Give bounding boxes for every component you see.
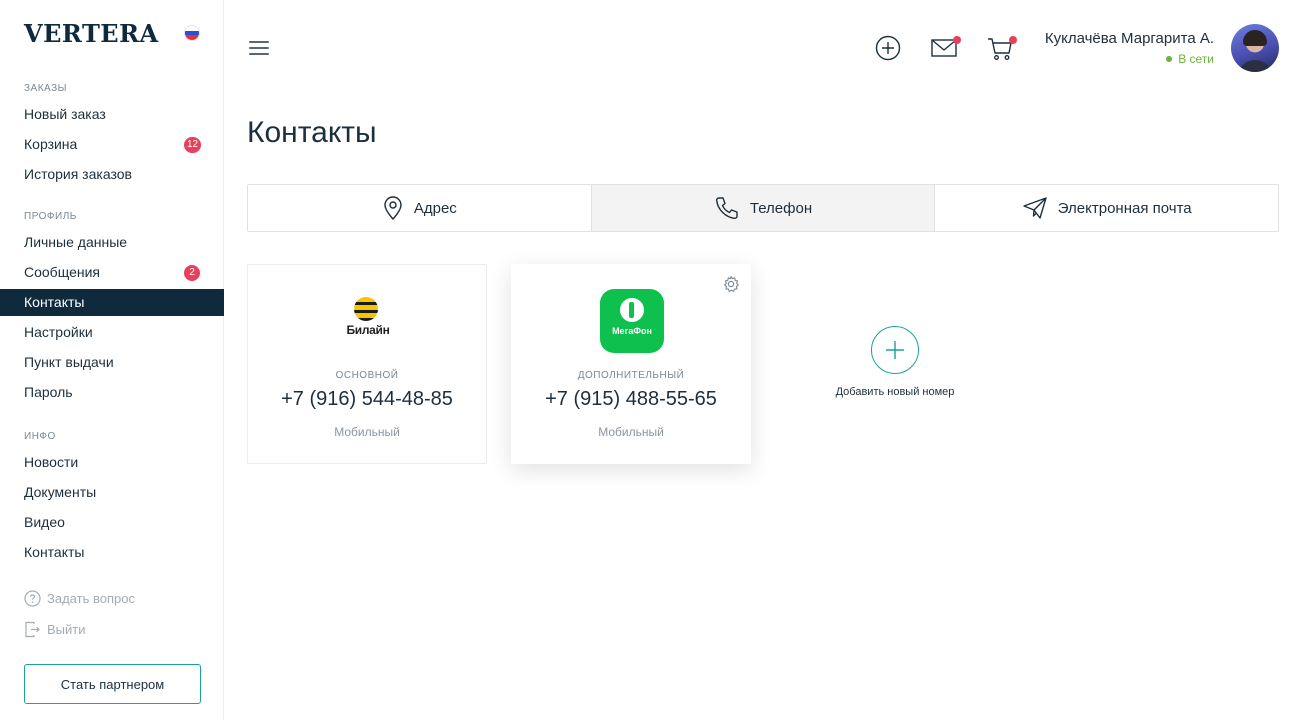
become-partner-button[interactable]: Стать партнером xyxy=(24,664,201,704)
sidebar-item-label: Личные данные xyxy=(24,234,128,250)
cart-icon[interactable] xyxy=(985,33,1017,63)
sidebar-item-label: Документы xyxy=(24,484,97,500)
location-pin-icon xyxy=(384,196,402,221)
sidebar-item-video[interactable]: Видео xyxy=(0,509,224,536)
cart-count-badge: 12 xyxy=(184,137,202,153)
sidebar-item-info-contacts[interactable]: Контакты xyxy=(0,539,224,566)
sidebar-item-label: Новости xyxy=(24,454,79,470)
phone-kind-label: Мобильный xyxy=(598,425,664,439)
menu-icon[interactable] xyxy=(249,40,269,56)
beeline-logo: Билайн xyxy=(344,297,392,341)
tab-email-label: Электронная почта xyxy=(1057,199,1192,217)
sidebar-item-order-history[interactable]: История заказов xyxy=(0,161,224,188)
sidebar: VERTERA ЗАКАЗЫ Новый заказ Корзина 12 Ист… xyxy=(0,0,224,720)
sidebar-item-pickup-point[interactable]: Пункт выдачи xyxy=(0,349,224,376)
tab-address[interactable]: Адрес xyxy=(248,185,592,231)
paper-plane-icon xyxy=(1023,197,1047,219)
add-circle-icon[interactable] xyxy=(873,33,903,63)
add-number-button[interactable] xyxy=(871,326,919,374)
sidebar-item-new-order[interactable]: Новый заказ xyxy=(0,101,224,128)
phone-card-additional[interactable]: МегаФон ДОПОЛНИТЕЛЬНЫЙ +7 (915) 488-55-6… xyxy=(511,264,751,464)
sidebar-item-contacts[interactable]: Контакты xyxy=(0,289,224,316)
logout-link[interactable]: Выйти xyxy=(24,619,86,639)
add-number-label[interactable]: Добавить новый номер xyxy=(815,386,975,398)
avatar[interactable] xyxy=(1231,24,1279,72)
sidebar-item-settings[interactable]: Настройки xyxy=(0,319,224,346)
question-circle-icon xyxy=(24,589,41,607)
phone-number: +7 (916) 544-48-85 xyxy=(281,388,453,410)
sidebar-item-messages[interactable]: Сообщения 2 xyxy=(0,259,224,286)
sidebar-item-label: Пункт выдачи xyxy=(24,354,114,370)
plus-icon xyxy=(886,341,904,359)
user-status-label: В сети xyxy=(1178,52,1214,66)
sidebar-item-label: Пароль xyxy=(24,384,73,400)
phone-card-primary[interactable]: Билайн ОСНОВНОЙ +7 (916) 544-48-85 Мобил… xyxy=(247,264,487,464)
phone-icon xyxy=(715,197,738,220)
tab-email[interactable]: Электронная почта xyxy=(935,185,1278,231)
sidebar-item-cart[interactable]: Корзина 12 xyxy=(0,131,224,158)
gear-icon[interactable] xyxy=(722,275,740,293)
page-title: Контакты xyxy=(247,116,377,149)
sidebar-item-label: Настройки xyxy=(24,324,93,340)
cart-notification-dot xyxy=(1009,36,1017,44)
sidebar-item-label: История заказов xyxy=(24,166,132,182)
tab-address-label: Адрес xyxy=(413,199,457,217)
megafon-logo: МегаФон xyxy=(600,289,664,353)
sidebar-item-label: Видео xyxy=(24,514,65,530)
sidebar-item-password[interactable]: Пароль xyxy=(0,379,224,406)
sidebar-item-news[interactable]: Новости xyxy=(0,449,224,476)
brand-logo[interactable]: VERTERA xyxy=(24,19,159,48)
sidebar-item-personal-data[interactable]: Личные данные xyxy=(0,229,224,256)
phone-kind-label: Мобильный xyxy=(334,425,400,439)
section-title-profile: ПРОФИЛЬ xyxy=(24,211,77,222)
user-name[interactable]: Куклачёва Маргарита А. xyxy=(1045,30,1214,47)
phone-type-label: ДОПОЛНИТЕЛЬНЫЙ xyxy=(577,370,685,381)
sidebar-item-label: Новый заказ xyxy=(24,106,106,122)
sidebar-item-documents[interactable]: Документы xyxy=(0,479,224,506)
tab-phone[interactable]: Телефон xyxy=(591,185,936,231)
mail-icon[interactable] xyxy=(929,33,961,63)
sidebar-item-label: Корзина xyxy=(24,136,78,152)
mail-notification-dot xyxy=(953,36,961,44)
logout-icon xyxy=(25,621,40,637)
sidebar-item-label: Сообщения xyxy=(24,264,100,280)
section-title-orders: ЗАКАЗЫ xyxy=(24,83,67,94)
user-status: В сети xyxy=(1166,52,1214,66)
ask-question-label: Задать вопрос xyxy=(47,590,135,606)
messages-count-badge: 2 xyxy=(184,265,200,281)
tab-phone-label: Телефон xyxy=(749,199,813,217)
contact-tabs: Адрес Телефон Электронная почта xyxy=(247,184,1279,232)
sidebar-item-label: Контакты xyxy=(24,544,85,560)
section-title-info: ИНФО xyxy=(24,431,56,442)
sidebar-item-label: Контакты xyxy=(24,294,85,310)
phone-number: +7 (915) 488-55-65 xyxy=(545,388,717,410)
ask-question-link[interactable]: Задать вопрос xyxy=(24,588,135,608)
russia-flag-icon[interactable] xyxy=(184,25,200,41)
logout-label: Выйти xyxy=(47,621,86,637)
phone-type-label: ОСНОВНОЙ xyxy=(335,370,399,381)
online-dot-icon xyxy=(1166,55,1173,62)
